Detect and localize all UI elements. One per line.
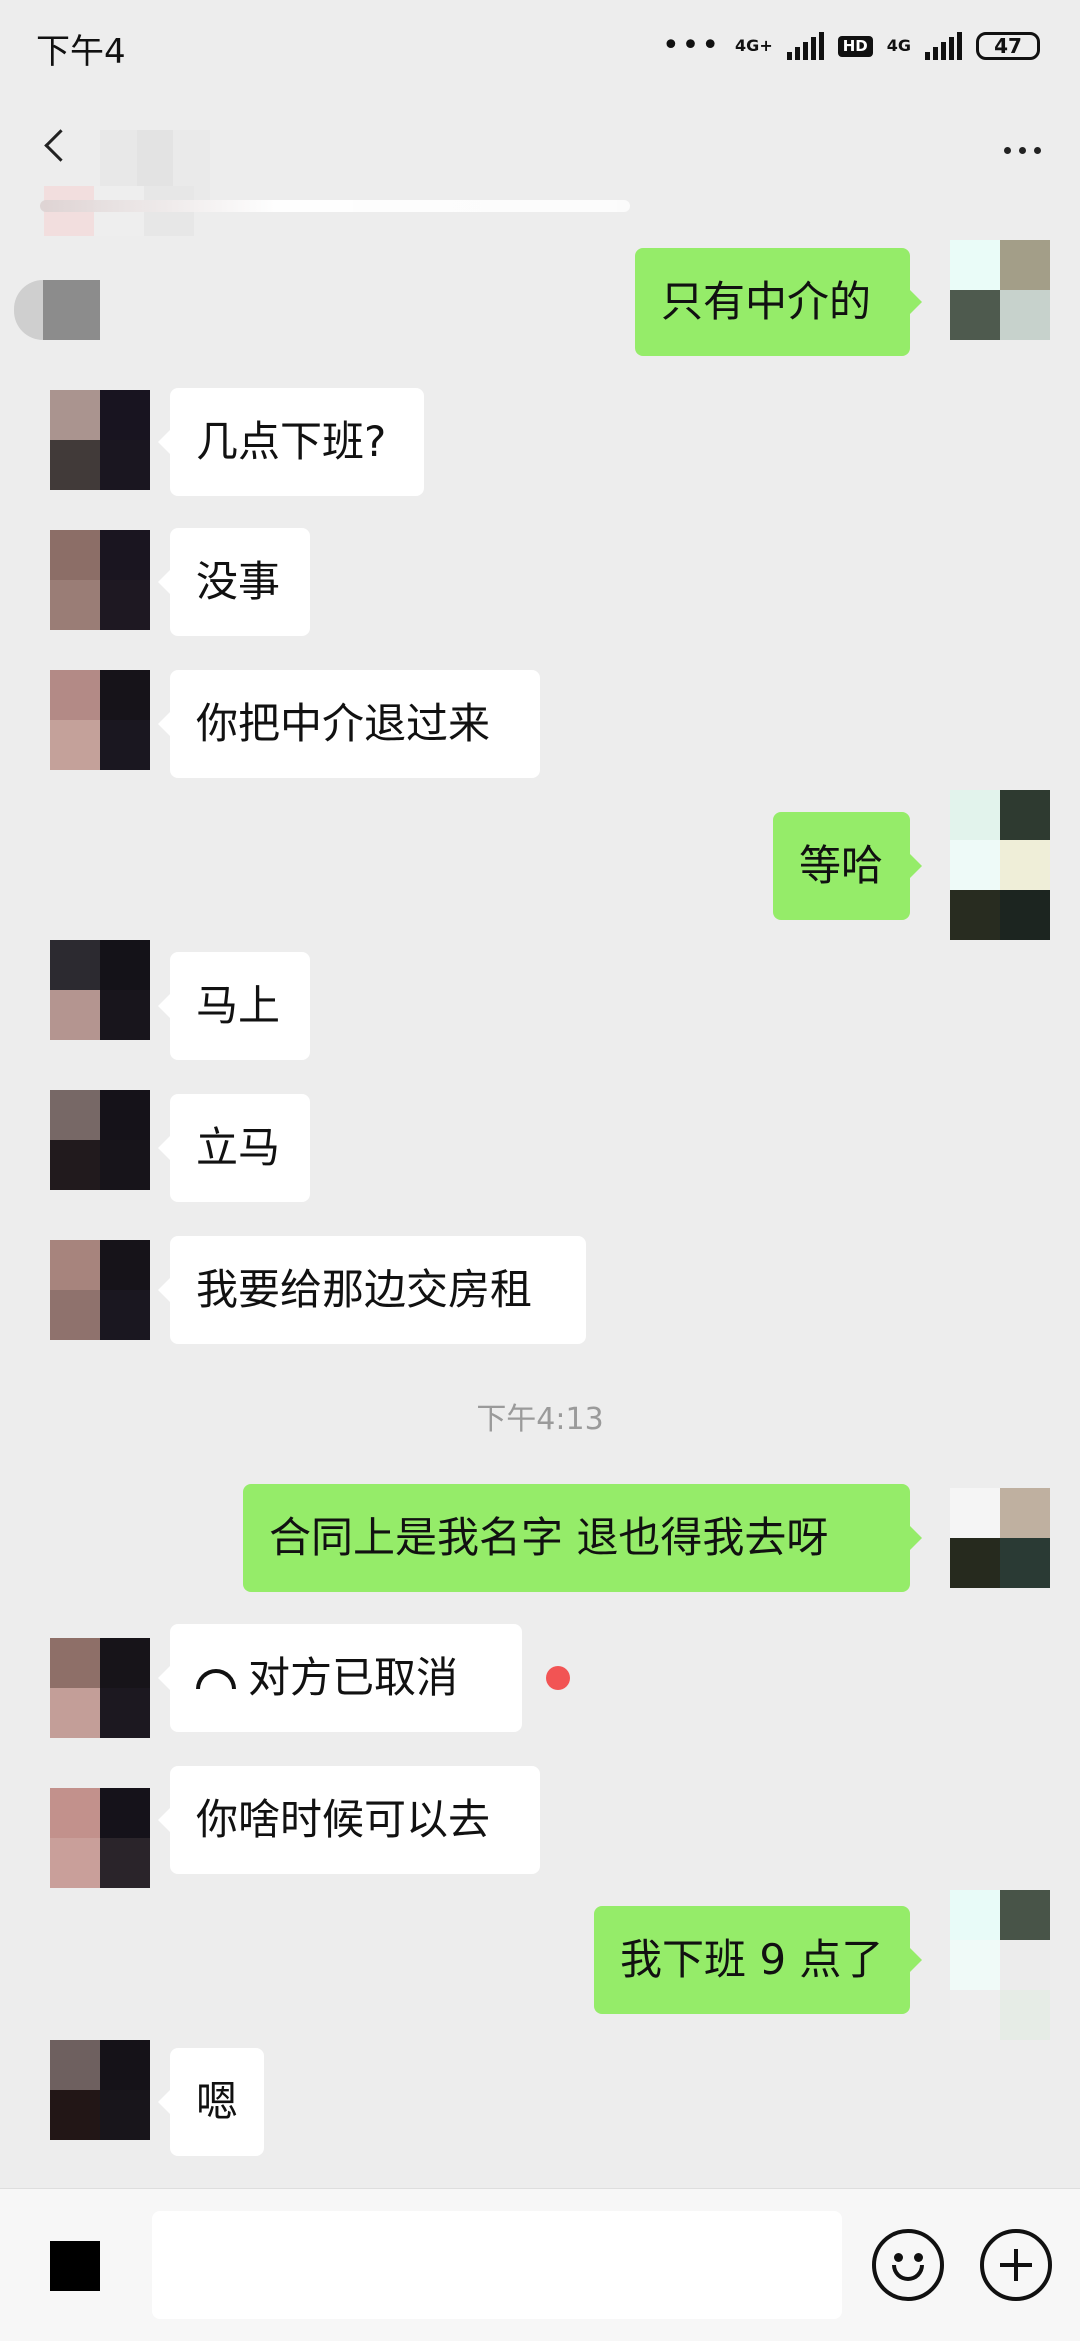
incoming-message[interactable]: 我要给那边交房租 [158,1236,586,1344]
more-dot [1003,146,1011,154]
more-button[interactable] [992,120,1052,180]
my-avatar[interactable] [950,790,1050,940]
incoming-message[interactable]: 马上 [158,952,310,1060]
incoming-message[interactable]: 没事 [158,528,310,636]
incoming-message[interactable]: 你把中介退过来 [158,670,540,778]
outgoing-message[interactable]: 等哈 [773,812,922,920]
signal-icon-2 [925,32,962,60]
my-avatar[interactable] [950,240,1050,340]
contact-avatar[interactable] [50,530,150,630]
emoji-eye [894,2253,903,2262]
blurred-banner [40,200,630,212]
contact-avatar[interactable] [50,1788,150,1888]
more-dot [1018,146,1026,154]
timestamp: 下午4:13 [476,1402,604,1437]
input-bar [0,2188,1080,2341]
notification-dots-icon: ••• [661,28,722,63]
network-label-1: 4G+ [735,36,773,55]
incoming-message[interactable]: 几点下班? [158,388,424,496]
contact-avatar[interactable] [50,1090,150,1190]
emoji-button[interactable] [872,2229,944,2301]
chat-header [0,90,1080,200]
network-label-2: 4G [886,36,911,55]
my-avatar[interactable] [950,1890,1050,2040]
status-bar: 下午4 ••• 4G+ HD 4G 47 [0,0,1080,90]
emoji-eye [914,2253,923,2262]
call-record-label: 对方已取消 [248,1653,459,1702]
contact-avatar[interactable] [50,1638,150,1738]
incoming-message[interactable]: 嗯 [158,2048,264,2156]
incoming-message[interactable]: 立马 [158,1094,310,1202]
contact-avatar[interactable] [50,390,150,490]
my-avatar[interactable] [950,1488,1050,1588]
back-button[interactable] [26,115,86,175]
status-time: 下午4 [36,32,126,72]
plus-button[interactable] [980,2229,1052,2301]
outgoing-message[interactable]: 合同上是我名字 退也得我去呀 [243,1484,922,1592]
back-chevron-icon [43,128,77,162]
incoming-message[interactable]: 你啥时候可以去 [158,1766,540,1874]
status-icons: ••• 4G+ HD 4G 47 [662,24,1040,68]
unread-dot [546,1666,570,1690]
contact-avatar[interactable] [50,1240,150,1340]
more-dot [1033,146,1041,154]
battery-icon: 47 [976,32,1040,60]
contact-avatar[interactable] [50,940,150,1040]
blurred-avatar-fragment [14,280,100,340]
phone-hangup-icon [196,1668,236,1689]
hd-badge: HD [837,35,873,57]
message-input[interactable] [152,2211,842,2319]
emoji-mouth [892,2265,924,2281]
contact-avatar[interactable] [50,2040,150,2140]
outgoing-message[interactable]: 只有中介的 [635,248,922,356]
outgoing-message[interactable]: 我下班 9 点了 [594,1906,922,2014]
contact-avatar[interactable] [50,670,150,770]
plus-icon [1014,2249,1018,2281]
voice-button[interactable] [50,2241,100,2291]
signal-icon [786,32,824,60]
call-record-message[interactable]: 对方已取消 [158,1624,522,1732]
